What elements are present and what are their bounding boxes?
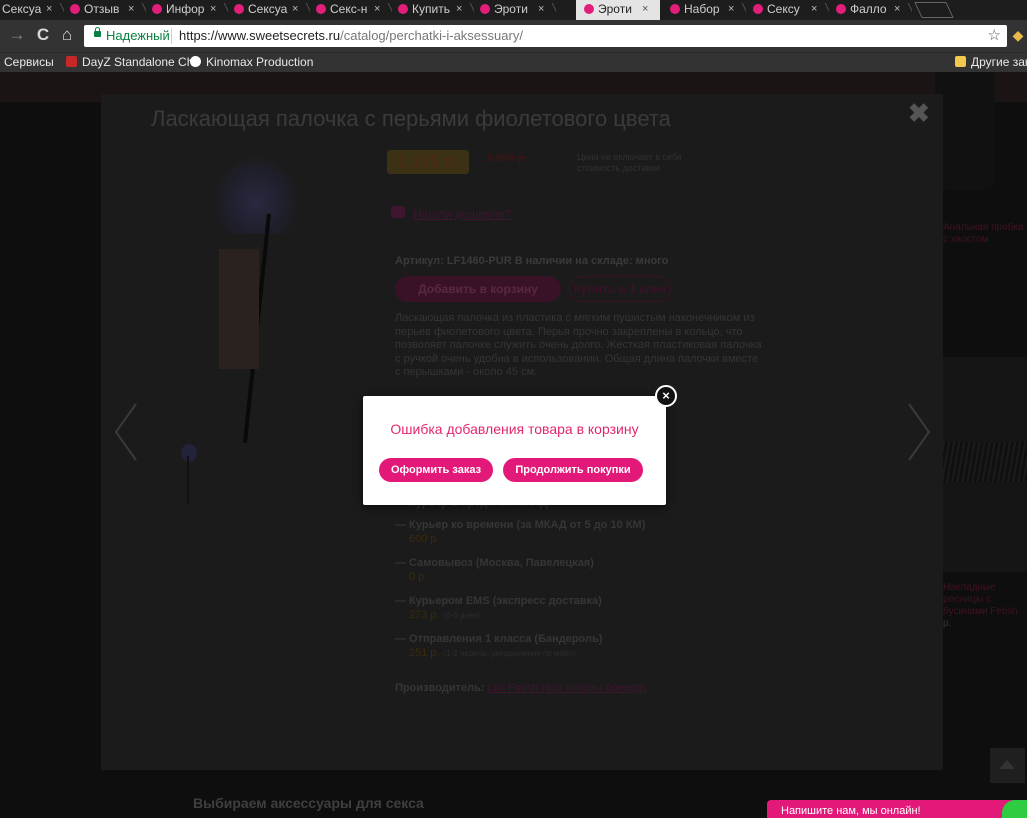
prev-arrow-icon[interactable]	[112, 402, 142, 462]
extension-icon[interactable]: ◆	[1010, 24, 1026, 46]
error-message: Ошибка добавления товара в корзину	[390, 421, 639, 437]
continue-shopping-button[interactable]: Продолжить покупки	[503, 458, 643, 482]
dayz-icon	[66, 56, 77, 67]
scroll-up-button[interactable]	[990, 748, 1025, 783]
checkout-button[interactable]: Оформить заказ	[379, 458, 493, 482]
article-stock: Артикул: LF1460-PUR В наличии на складе:…	[395, 255, 669, 267]
tab-close-icon[interactable]: ×	[642, 0, 648, 18]
url-text[interactable]: https://www.sweetsecrets.ru/catalog/perc…	[179, 28, 523, 43]
bookmark-apps[interactable]: Сервисы	[4, 55, 54, 69]
tab-active[interactable]: Эроти ×	[576, 0, 660, 20]
tab[interactable]: Секс-н ×	[308, 0, 392, 20]
add-to-cart-button[interactable]: Добавить в корзину	[395, 276, 561, 302]
bookmark-dayz[interactable]: DayZ Standalone Che	[66, 55, 200, 69]
tab[interactable]: Сексуа ×	[226, 0, 310, 20]
back-icon[interactable]: →	[6, 24, 28, 46]
list-item: — Отправления 1 класса (Бандероль) 251 р.…	[395, 633, 603, 659]
address-bar[interactable]: Надежный https://www.sweetsecrets.ru/cat…	[84, 25, 1007, 47]
close-icon[interactable]: ×	[655, 385, 677, 407]
found-cheaper-link[interactable]: Нашли дешевле?	[413, 207, 511, 221]
tab-close-icon[interactable]: ×	[538, 0, 544, 18]
tab-close-icon[interactable]: ×	[210, 0, 216, 18]
site-favicon-icon	[70, 4, 80, 14]
tab-close-icon[interactable]: ×	[728, 0, 734, 18]
modal-close-icon[interactable]: ✖	[908, 98, 930, 129]
price-note: Цена не включает в себя стоимость достав…	[577, 152, 682, 173]
product-price: 1 125 р.	[387, 150, 470, 174]
tab[interactable]: Сексуа ×	[0, 0, 64, 20]
bookmark-other[interactable]: Другие закл	[955, 55, 1027, 69]
new-tab-button[interactable]	[914, 2, 954, 18]
product-image[interactable]	[211, 154, 301, 443]
product-image	[935, 72, 995, 190]
kinomax-icon	[190, 56, 201, 67]
section-heading: Выбираем аксессуары для секса	[193, 795, 424, 811]
site-favicon-icon	[316, 4, 326, 14]
reload-icon[interactable]: C	[32, 24, 54, 46]
manufacturer-link[interactable]: Lux Fetish (все товары бренда)	[488, 682, 647, 694]
list-item: — Самовывоз (Москва, Павелецкая) 0 р.	[395, 557, 594, 583]
bookmarks-bar: Сервисы DayZ Standalone Che Kinomax Prod…	[0, 52, 1027, 73]
tab-close-icon[interactable]: ×	[128, 0, 134, 18]
chat-status-icon	[1002, 800, 1027, 818]
site-favicon-icon	[753, 4, 763, 14]
tab-close-icon[interactable]: ×	[292, 0, 298, 18]
tab-close-icon[interactable]: ×	[811, 0, 817, 18]
manufacturer: Производитель: Lux Fetish (все товары бр…	[395, 682, 647, 694]
list-item: — Курьером EMS (экспресс доставка) 273 р.…	[395, 595, 602, 621]
tab-close-icon[interactable]: ×	[374, 0, 380, 18]
next-arrow-icon[interactable]	[903, 402, 933, 462]
related-link[interactable]: Анальная пробка с хвостом	[943, 222, 1027, 246]
gift-icon	[391, 206, 405, 218]
buy-one-click-button[interactable]: Купить в 1 клик	[569, 276, 671, 302]
tab-close-icon[interactable]: ×	[456, 0, 462, 18]
site-favicon-icon	[234, 4, 244, 14]
product-title: Ласкающая палочка с перьями фиолетового …	[151, 106, 671, 131]
chat-widget[interactable]: Напишите нам, мы онлайн!	[767, 800, 1017, 818]
site-favicon-icon	[152, 4, 162, 14]
tab[interactable]: Отзыв ×	[62, 0, 146, 20]
site-favicon-icon	[398, 4, 408, 14]
home-icon[interactable]: ⌂	[56, 24, 78, 46]
tab-strip: Сексуа × Отзыв × Инфор × Сексуа × Секс-н × Ку…	[0, 0, 1027, 20]
lashes-image	[943, 442, 1027, 482]
tab-close-icon[interactable]: ×	[46, 0, 52, 18]
folder-icon	[955, 56, 966, 67]
toolbar: → C ⌂ Надежный https://www.sweetsecrets.…	[0, 20, 1027, 52]
old-price: 1 250 р.	[487, 152, 528, 164]
tab[interactable]: Эроти ×	[472, 0, 556, 20]
site-favicon-icon	[480, 4, 490, 14]
product-thumbnail[interactable]	[179, 444, 199, 504]
tab[interactable]: Купить ×	[390, 0, 474, 20]
tab[interactable]: Сексу ×	[745, 0, 829, 20]
tab[interactable]: Инфор ×	[144, 0, 228, 20]
bookmark-star-icon[interactable]: ☆	[988, 26, 1001, 44]
product-description: Ласкающая палочка из пластика с мягким п…	[395, 312, 762, 378]
tab[interactable]: Набор ×	[662, 0, 746, 20]
secure-label: Надежный	[106, 28, 170, 43]
lock-icon	[94, 27, 101, 37]
site-favicon-icon	[584, 4, 594, 14]
tab[interactable]: Фалло ×	[828, 0, 912, 20]
tab-close-icon[interactable]: ×	[894, 0, 900, 18]
error-dialog: Ошибка добавления товара в корзину Оформ…	[363, 396, 666, 505]
list-item: — Курьер ко времени (за МКАД от 5 до 10 …	[395, 519, 646, 545]
bookmark-kinomax[interactable]: Kinomax Production	[190, 55, 313, 69]
related-link[interactable]: Накладные ресницы с бусинами Fetish р.	[943, 582, 1027, 630]
site-favicon-icon	[670, 4, 680, 14]
site-favicon-icon	[836, 4, 846, 14]
